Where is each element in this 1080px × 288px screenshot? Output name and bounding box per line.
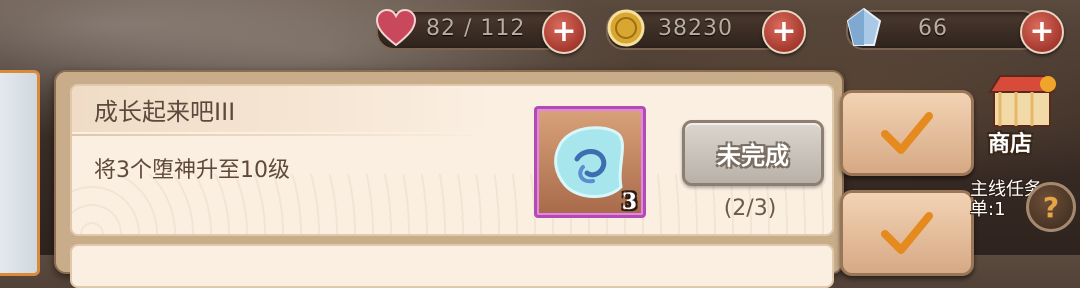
title-divider	[72, 134, 492, 136]
gems-value: 66	[918, 16, 948, 41]
confirm-button-2[interactable]	[840, 190, 974, 276]
reward-quantity: 3	[621, 189, 637, 215]
task-panel: 成长起来吧III 将3个堕神升至10级 3 未完成 (2/3)	[54, 70, 844, 288]
coin-icon	[604, 6, 648, 50]
shop-stall-icon	[988, 75, 1056, 127]
stamina-value: 82 / 112	[426, 16, 526, 41]
reward-item[interactable]: 3	[534, 106, 646, 218]
crystal-icon	[842, 6, 886, 50]
add-gold-button[interactable]: +	[762, 10, 806, 54]
stamina-display: 82 / 112	[375, 8, 570, 50]
gems-display: 66	[846, 7, 1040, 50]
character-card[interactable]	[0, 70, 40, 276]
resource-bar: 82 / 112 + 38230 + 66 +	[0, 0, 1080, 60]
help-label: ?	[1042, 190, 1060, 224]
task-description: 将3个堕神升至10级	[94, 158, 290, 183]
checkmark-icon	[881, 112, 933, 154]
checkmark-icon	[881, 212, 933, 254]
task-card-next	[70, 244, 834, 288]
confirm-button-1[interactable]	[840, 90, 974, 176]
add-stamina-button[interactable]: +	[542, 10, 586, 54]
incomplete-button[interactable]: 未完成	[682, 120, 824, 186]
shop-label: 商店	[988, 132, 1033, 157]
add-gems-label: +	[1029, 14, 1055, 49]
task-title: 成长起来吧III	[94, 98, 236, 126]
gold-value: 38230	[658, 16, 733, 41]
add-stamina-label: +	[551, 14, 577, 49]
task-card: 成长起来吧III 将3个堕神升至10级 3 未完成 (2/3)	[70, 84, 834, 236]
help-button[interactable]: ?	[1026, 182, 1076, 232]
task-progress: (2/3)	[723, 196, 777, 221]
add-gold-label: +	[771, 14, 797, 49]
heart-icon	[374, 6, 418, 50]
add-gems-button[interactable]: +	[1020, 10, 1064, 54]
incomplete-label: 未完成	[717, 141, 789, 170]
